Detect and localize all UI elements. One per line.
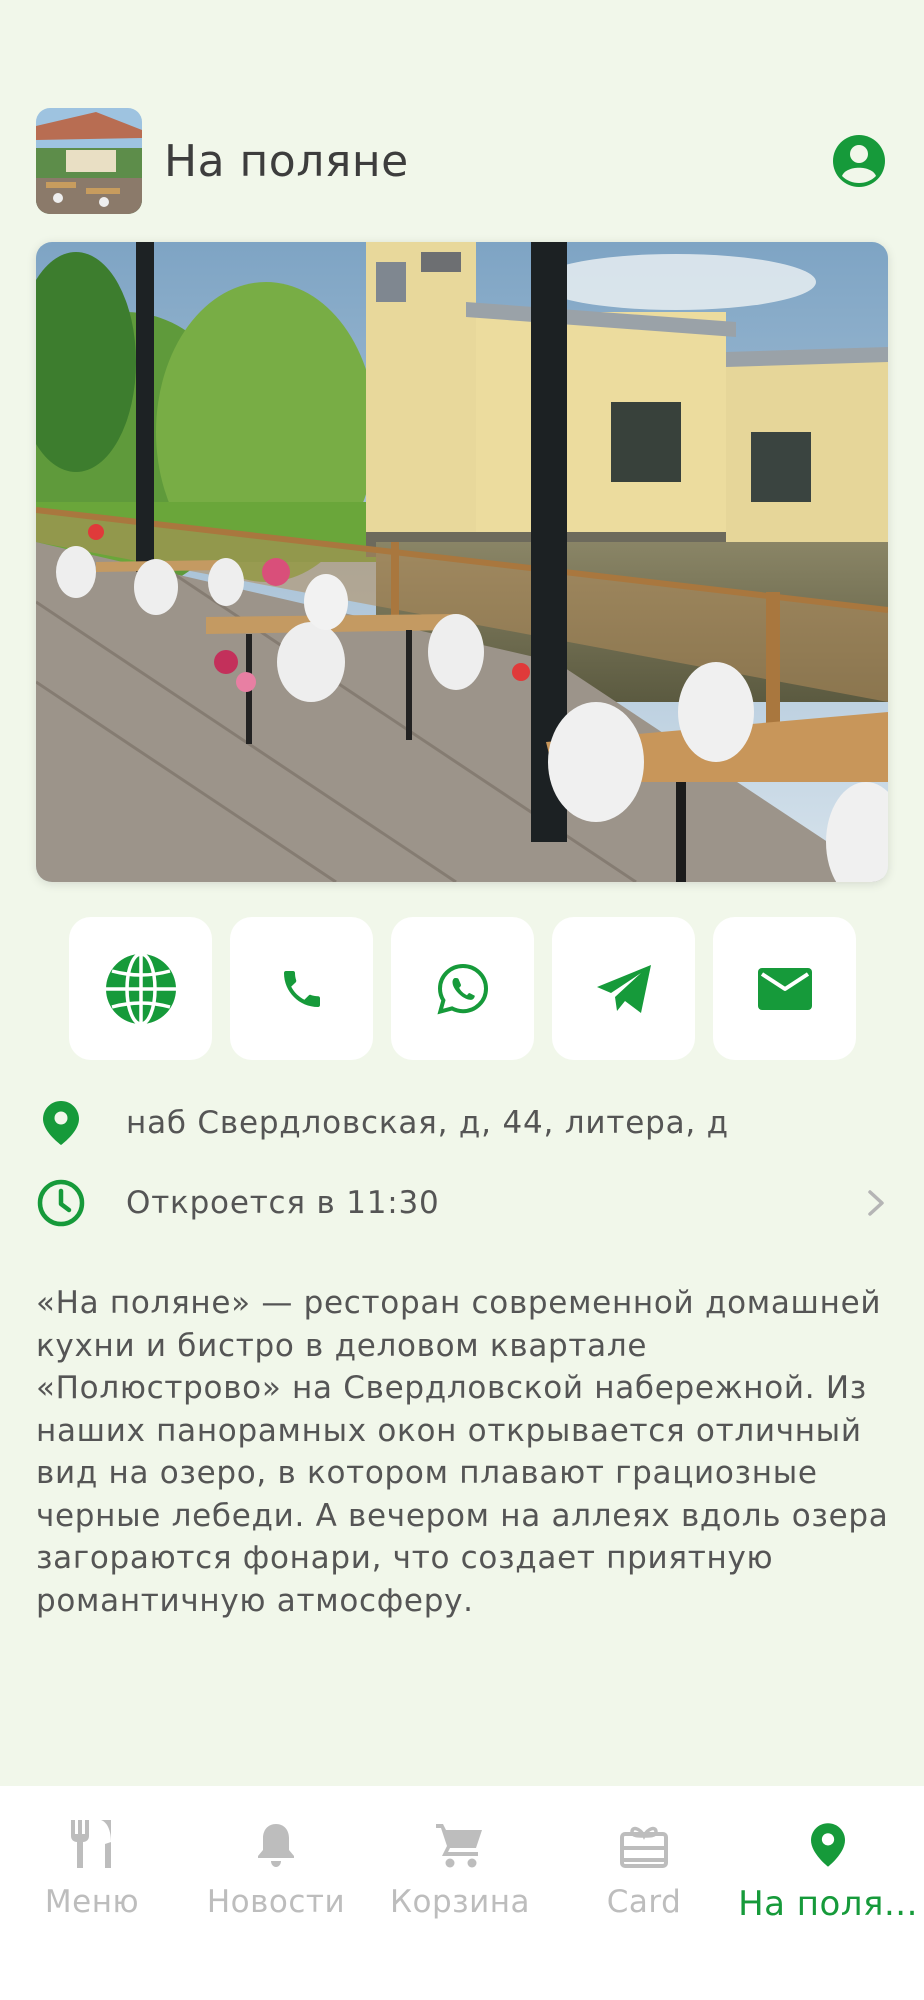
restaurant-photo [36,242,888,882]
tab-label: На поля... [738,1884,918,1924]
bell-icon [256,1806,296,1868]
description-line: «На поляне» — ресторан современной домаш… [36,1285,882,1321]
description-line: «Полюстрово» на Свердловской набережной.… [36,1370,867,1406]
whatsapp-icon [436,963,488,1014]
description-line: наших панорамных окон открывается отличн… [36,1412,862,1449]
website-button[interactable] [69,917,212,1060]
bottom-tab-bar: Меню Новости Корзина Card На поля... [0,1786,924,2000]
phone-icon [283,970,320,1007]
profile-icon[interactable] [832,134,886,188]
description-line: вид на озеро, в котором плавают грациозн… [36,1455,818,1491]
tab-label: Меню [44,1884,140,1920]
phone-button[interactable] [230,917,373,1060]
restaurant-description: «На поляне» — ресторан современной домаш… [36,1282,896,1622]
chevron-right-icon[interactable] [864,1188,888,1218]
page-title: На поляне [164,135,409,187]
tab-menu[interactable]: Меню [0,1806,184,1926]
tab-card[interactable]: Card [552,1806,736,1926]
address-row[interactable]: наб Свердловская, д, 44, литера, д [36,1098,888,1148]
tab-label: Новости [206,1884,346,1920]
globe-icon [105,951,176,1026]
mail-icon [757,967,812,1010]
header: На поляне [36,108,888,214]
address-text: наб Свердловская, д, 44, литера, д [126,1105,729,1141]
tab-location[interactable]: На поля... [736,1806,920,1926]
fork-knife-icon [69,1806,115,1868]
description-line: романтичную атмосферу. [36,1582,474,1619]
tab-cart[interactable]: Корзина [368,1806,552,1926]
description-line: загораются фонари, что создает приятную [36,1540,774,1576]
whatsapp-button[interactable] [391,917,534,1060]
description-line: кухни и бистро в деловом квартале [36,1327,648,1364]
tab-news[interactable]: Новости [184,1806,368,1926]
tab-label: Card [606,1884,682,1920]
hours-text: Откроется в 11:30 [126,1185,440,1221]
gift-card-icon [620,1806,668,1868]
restaurant-logo [36,108,142,214]
tab-label: Корзина [389,1884,531,1920]
location-pin-icon [811,1806,845,1868]
telegram-button[interactable] [552,917,695,1060]
clock-icon [36,1178,86,1228]
email-button[interactable] [713,917,856,1060]
telegram-icon [596,964,651,1013]
location-pin-icon [36,1098,86,1148]
description-line: черные лебеди. А вечером на аллеях вдоль… [36,1497,889,1534]
hours-row[interactable]: Откроется в 11:30 [36,1178,888,1228]
contact-actions [69,917,856,1060]
cart-icon [436,1806,484,1868]
